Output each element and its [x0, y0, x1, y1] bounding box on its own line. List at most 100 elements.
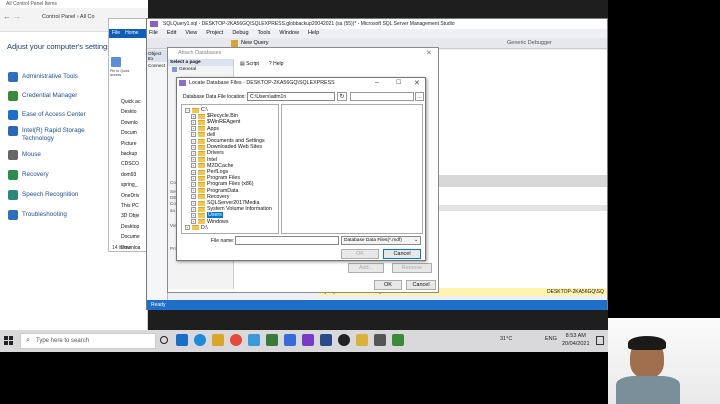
taskbar-code-icon[interactable]	[320, 334, 332, 346]
explorer-nav-item[interactable]: 3D Obje	[121, 213, 139, 219]
maximize-icon[interactable]: ☐	[396, 79, 401, 86]
cp-item[interactable]: Recovery	[8, 170, 118, 180]
remove-button[interactable]: Remove	[392, 263, 432, 273]
locate-ok-button[interactable]: OK	[341, 249, 379, 259]
tree-item[interactable]: + PerfLogs	[182, 169, 228, 175]
menu-item[interactable]: Help	[308, 30, 319, 38]
expand-toggle-icon[interactable]: +	[191, 157, 196, 163]
expand-toggle-icon[interactable]: −	[185, 107, 190, 113]
close-icon[interactable]: ✕	[414, 79, 420, 87]
page-general[interactable]: General	[168, 66, 233, 73]
tree-item[interactable]: + Drivers	[182, 150, 224, 156]
tree-item[interactable]: + System Volume Information	[182, 206, 272, 212]
expand-toggle-icon[interactable]: +	[191, 113, 196, 119]
tree-item[interactable]: + Windows	[182, 219, 229, 225]
folder-tree[interactable]: − C:\ + $Recycle.Bin + $WinREAgent + Apps + dell +…	[181, 104, 279, 234]
expand-toggle-icon[interactable]: +	[191, 132, 196, 138]
taskbar-folder-icon[interactable]	[212, 334, 224, 346]
expand-toggle-icon[interactable]: +	[191, 169, 196, 175]
taskbar-word-icon[interactable]	[284, 334, 296, 346]
connect-button[interactable]: Connect	[147, 62, 167, 69]
browse-icon[interactable]: …	[415, 92, 424, 101]
tree-item[interactable]: + Downloaded Web Sites	[182, 144, 262, 150]
file-list[interactable]	[281, 104, 423, 234]
clock[interactable]: 8:53 AM 20/04/2021	[562, 332, 590, 348]
explorer-nav-item[interactable]: Quick ac	[121, 99, 140, 105]
file-type-dropdown[interactable]: Database Data Files(*.mdf) ⌄	[341, 236, 421, 245]
taskbar-explorer-icon[interactable]	[176, 334, 188, 346]
expand-toggle-icon[interactable]: +	[191, 219, 196, 225]
tree-item[interactable]: + SQLServer2017Media	[182, 200, 259, 206]
filter-input[interactable]	[350, 92, 414, 101]
language-indicator[interactable]: ENG	[545, 336, 557, 342]
cp-item[interactable]: Speech Recognition	[8, 190, 118, 200]
cp-item[interactable]: Credential Manager	[8, 91, 118, 101]
explorer-nav-item[interactable]: Desktop	[121, 224, 139, 230]
taskbar-app-icon[interactable]	[266, 334, 278, 346]
attach-ok-button[interactable]: OK	[374, 280, 402, 290]
minimize-icon[interactable]: –	[375, 79, 379, 86]
tree-item[interactable]: + ProgramData	[182, 188, 239, 194]
tree-item[interactable]: + $WinREAgent	[182, 119, 240, 125]
notification-icon[interactable]	[596, 336, 604, 345]
expand-toggle-icon[interactable]: +	[191, 194, 196, 200]
taskbar-github-icon[interactable]	[338, 334, 350, 346]
explorer-nav-item[interactable]: This PC	[121, 203, 139, 209]
taskbar-search-box[interactable]: ⌕ Type here to search	[20, 333, 156, 349]
cp-item[interactable]: Ease of Access Center	[8, 110, 118, 120]
script-button[interactable]: ▤ Script	[240, 61, 259, 67]
query-editor[interactable]	[439, 50, 607, 296]
explorer-nav-item[interactable]: spring_	[121, 182, 137, 188]
expand-toggle-icon[interactable]: +	[185, 225, 190, 231]
expand-toggle-icon[interactable]: +	[191, 175, 196, 181]
task-view-icon[interactable]	[160, 336, 168, 344]
pin-icon[interactable]	[111, 57, 121, 67]
cp-item[interactable]: Troubleshooting	[8, 210, 118, 220]
menu-item[interactable]: Tools	[258, 30, 271, 38]
explorer-nav-item[interactable]: dom93	[121, 172, 136, 178]
explorer-nav-item[interactable]: Docum	[121, 130, 137, 136]
cp-item[interactable]: Administrative Tools	[8, 72, 118, 82]
close-icon[interactable]: ✕	[426, 49, 432, 57]
taskbar-chrome-icon[interactable]	[230, 334, 242, 346]
expand-toggle-icon[interactable]: +	[191, 138, 196, 144]
debugger-dropdown[interactable]: Generic Debugger	[507, 40, 552, 46]
expand-toggle-icon[interactable]: +	[191, 188, 196, 194]
expand-toggle-icon[interactable]: +	[191, 200, 196, 206]
expand-toggle-icon[interactable]: +	[191, 144, 196, 150]
tree-item[interactable]: + Users	[182, 212, 223, 219]
taskbar-edge-icon[interactable]	[194, 334, 206, 346]
help-button[interactable]: ? Help	[269, 61, 283, 67]
tree-item[interactable]: + Documents and Settings	[182, 138, 265, 144]
cp-item[interactable]: Intel(R) Rapid Storage Technology	[8, 126, 118, 143]
menu-item[interactable]: Project	[206, 30, 223, 38]
expand-toggle-icon[interactable]: +	[191, 206, 196, 212]
menu-item[interactable]: Edit	[167, 30, 176, 38]
taskbar-vs-icon[interactable]	[302, 334, 314, 346]
menu-item[interactable]: View	[185, 30, 197, 38]
expand-toggle-icon[interactable]: +	[191, 126, 196, 132]
tree-item[interactable]: + Program Files	[182, 175, 240, 181]
back-arrow-icon[interactable]: ←	[3, 12, 11, 21]
tree-item[interactable]: + Program Files (x86)	[182, 181, 254, 187]
tree-item[interactable]: − C:\	[182, 107, 208, 113]
expand-toggle-icon[interactable]: +	[191, 119, 196, 125]
tree-item[interactable]: + $Recycle.Bin	[182, 113, 238, 119]
explorer-nav-item[interactable]: CDSCO	[121, 161, 139, 167]
menu-item[interactable]: Debug	[232, 30, 248, 38]
menu-item[interactable]: File	[149, 30, 158, 38]
taskbar-mail-icon[interactable]	[248, 334, 260, 346]
forward-arrow-icon[interactable]: →	[13, 12, 21, 21]
tree-item[interactable]: + D:\	[182, 225, 208, 231]
tree-item[interactable]: + Intel	[182, 157, 217, 163]
tree-item[interactable]: + Apps	[182, 126, 219, 132]
expand-toggle-icon[interactable]: +	[191, 212, 196, 218]
windows-start-icon[interactable]	[4, 336, 14, 346]
explorer-nav-item[interactable]: OneDriv	[121, 193, 139, 199]
expand-toggle-icon[interactable]: +	[191, 163, 196, 169]
expand-toggle-icon[interactable]: +	[191, 150, 196, 156]
breadcrumb[interactable]: Control Panel › All Co	[42, 14, 95, 20]
explorer-nav-item[interactable]: Downlo	[121, 120, 138, 126]
tree-item[interactable]: + Recovery	[182, 194, 229, 200]
menu-item[interactable]: Window	[279, 30, 299, 38]
